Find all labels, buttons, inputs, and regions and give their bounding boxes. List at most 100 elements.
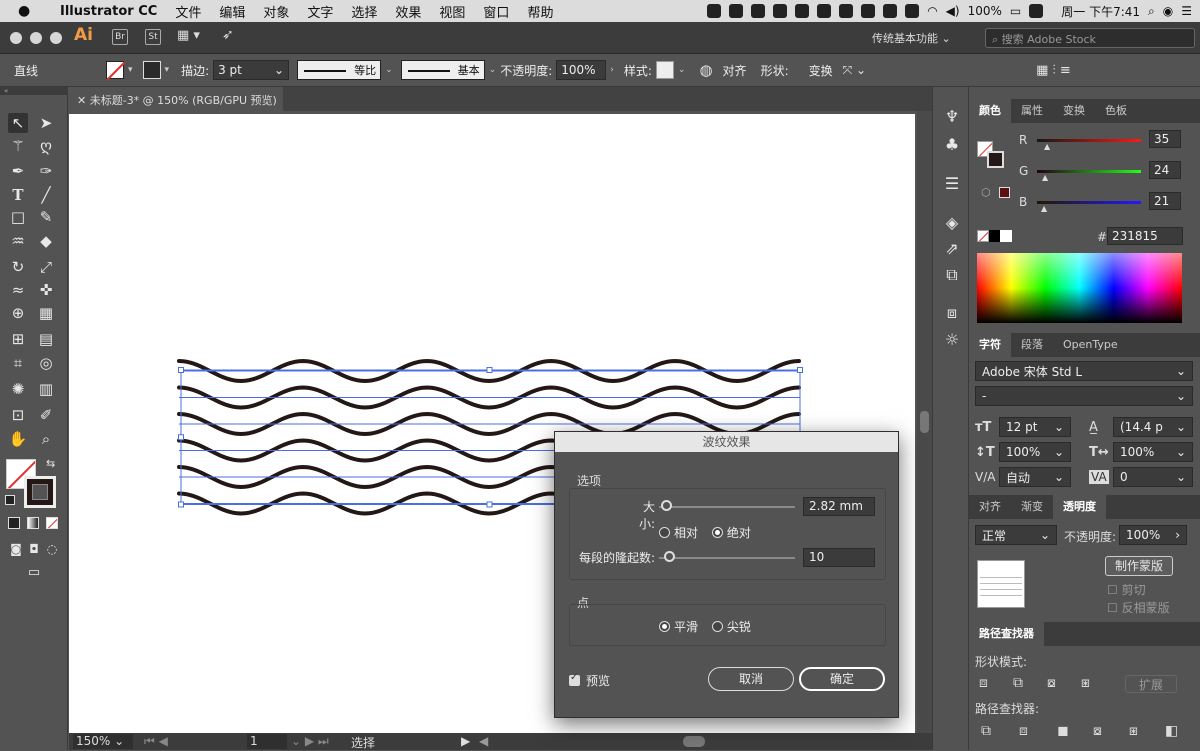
size-slider-knob[interactable] xyxy=(660,500,672,511)
chevron-down-icon[interactable]: ⌄ xyxy=(1054,420,1064,434)
outline-icon[interactable]: ⧆ xyxy=(1129,723,1138,739)
divide-icon[interactable]: ⧉ xyxy=(981,723,991,739)
tab-gradient[interactable]: 渐变 xyxy=(1011,495,1053,519)
align-link[interactable]: 对齐 xyxy=(723,62,747,79)
symbols-icon[interactable]: ♣ xyxy=(942,135,962,155)
close-tab-icon[interactable]: ✕ xyxy=(77,94,90,107)
siri-icon[interactable]: ◉ xyxy=(1163,4,1173,18)
bounding-box-handle[interactable] xyxy=(178,434,184,441)
curvature-tool-icon[interactable]: ✑ xyxy=(36,161,56,181)
minus-back-icon[interactable]: ◧ xyxy=(1165,723,1178,739)
brush-definition[interactable]: 基本 xyxy=(400,60,485,80)
screen-mode-icon[interactable]: ▭ xyxy=(24,563,44,583)
color-mode-icon[interactable] xyxy=(8,517,20,529)
chevron-down-icon[interactable]: ⌄ xyxy=(1176,420,1186,434)
artboard-nav-next-icons[interactable]: ⌄ ▶ ⏭ xyxy=(291,734,329,749)
battery-icon[interactable]: ▭ xyxy=(1010,4,1021,18)
size-field[interactable]: 2.82 mm xyxy=(803,497,875,516)
ridges-slider-track[interactable] xyxy=(659,557,795,559)
tab-transparency[interactable]: 透明度 xyxy=(1053,495,1106,519)
menu-edit[interactable]: 编辑 xyxy=(210,2,254,21)
perspective-grid-tool-icon[interactable]: ▦ xyxy=(36,303,56,323)
bounding-box-handle[interactable] xyxy=(178,367,184,373)
transform-link[interactable]: 变换 xyxy=(809,62,833,79)
trim-icon[interactable]: ⧈ xyxy=(1019,723,1028,739)
export-icon[interactable]: ⇗ xyxy=(942,239,962,259)
menu-object[interactable]: 对象 xyxy=(254,2,298,21)
input-method-icon[interactable] xyxy=(1029,4,1044,18)
blend-mode-field[interactable]: 正常 ⌄ xyxy=(975,525,1057,545)
transparency-opacity-field[interactable]: 100% › xyxy=(1119,525,1187,545)
status-app-icon[interactable] xyxy=(861,4,876,18)
eyedropper-tool-icon[interactable]: ⌗ xyxy=(8,353,28,373)
artboard-tool-icon[interactable]: ⊡ xyxy=(8,405,28,425)
status-menu-icon[interactable]: ▶ xyxy=(461,734,470,748)
bounding-box-handle[interactable] xyxy=(797,367,803,373)
out-of-web-icon[interactable]: ⬡ xyxy=(981,186,991,199)
status-app-icon[interactable] xyxy=(795,4,810,18)
zoom-window-button[interactable] xyxy=(50,32,62,44)
horizontal-scale-field[interactable]: 100% ⌄ xyxy=(1113,442,1193,462)
variable-width-profile[interactable]: 等比 xyxy=(297,60,382,80)
cancel-button[interactable]: 取消 xyxy=(708,667,794,691)
menu-select[interactable]: 选择 xyxy=(342,2,386,21)
eraser-tool-icon[interactable]: ◆ xyxy=(36,231,56,251)
mesh-tool-icon[interactable]: ⊞ xyxy=(8,329,28,349)
document-tab[interactable]: ✕ 未标题-3* @ 150% (RGB/GPU 预览) xyxy=(69,87,283,111)
volume-icon[interactable]: ◀) xyxy=(946,4,960,18)
arrange-documents-icon[interactable]: ▦ ▾ xyxy=(177,28,200,43)
direct-selection-tool-icon[interactable]: ➤ xyxy=(36,113,56,133)
leading-field[interactable]: (14.4 p ⌄ xyxy=(1113,417,1193,437)
tab-color[interactable]: 颜色 xyxy=(969,99,1011,123)
line-segment-tool-icon[interactable]: ╱ xyxy=(36,185,56,205)
color-spectrum[interactable] xyxy=(977,253,1182,323)
smooth-radio[interactable]: 平滑 xyxy=(659,618,698,635)
blend-tool-icon[interactable]: ◎ xyxy=(36,353,56,373)
width-tool-icon[interactable]: ≈ xyxy=(8,280,28,300)
scroll-thumb[interactable] xyxy=(920,411,929,433)
corner-radio[interactable]: 尖锐 xyxy=(711,618,751,635)
lasso-tool-icon[interactable]: ღ xyxy=(36,136,56,156)
stroke-weight-field[interactable]: 3 pt ⌄ xyxy=(213,60,290,80)
graphic-style-swatch[interactable] xyxy=(655,61,674,79)
bounding-box-handle[interactable] xyxy=(486,501,493,508)
chevron-down-icon[interactable]: ⌄ xyxy=(1054,445,1064,459)
tab-attributes[interactable]: 属性 xyxy=(1011,99,1053,123)
opacity-label[interactable]: 不透明度: xyxy=(500,62,552,79)
size-slider-track[interactable] xyxy=(659,506,795,508)
make-mask-button[interactable]: 制作蒙版 xyxy=(1105,556,1173,576)
links-icon[interactable]: ⧈ xyxy=(942,303,962,323)
puppet-warp-tool-icon[interactable]: ✜ xyxy=(36,280,56,300)
tab-pathfinder[interactable]: 路径查找器 xyxy=(969,622,1044,646)
tab-character[interactable]: 字符 xyxy=(969,333,1011,357)
draw-behind-icon[interactable]: ◘ xyxy=(24,539,44,559)
clip-checkbox[interactable]: ☐ 剪切 xyxy=(1107,581,1146,598)
selection-tool-icon[interactable]: ↖ xyxy=(8,113,28,133)
swap-colors-icon[interactable]: ⇆ xyxy=(46,457,55,470)
font-style-field[interactable]: - ⌄ xyxy=(975,386,1193,406)
chevron-down-icon[interactable]: ⌄ xyxy=(678,65,686,75)
chevron-down-icon[interactable]: ⌄ xyxy=(1176,364,1186,378)
opacity-thumbnail[interactable] xyxy=(977,560,1025,608)
chevron-down-icon[interactable]: ⌄ xyxy=(274,63,284,77)
pen-tool-icon[interactable]: ✒ xyxy=(8,161,28,181)
hand-tool-icon[interactable]: ✋ xyxy=(8,429,28,449)
status-app-icon[interactable] xyxy=(751,4,766,18)
tab-paragraph[interactable]: 段落 xyxy=(1011,333,1053,357)
collapse-panel-icon[interactable]: « xyxy=(0,87,68,95)
ridges-slider-knob[interactable] xyxy=(663,551,675,562)
chevron-down-icon[interactable]: ⌄ xyxy=(489,65,497,75)
rectangle-tool-icon[interactable]: □ xyxy=(8,207,28,227)
ridges-field[interactable]: 10 xyxy=(803,548,875,567)
spotlight-icon[interactable]: ⌕ xyxy=(1148,4,1155,19)
tab-opentype[interactable]: OpenType xyxy=(1053,333,1128,357)
minus-front-icon[interactable]: ⧉ xyxy=(1013,675,1023,691)
stroke-dropdown-icon[interactable]: ▾ xyxy=(165,65,170,75)
blue-slider-handle[interactable]: ▲ xyxy=(1041,204,1047,213)
bounding-box-handle[interactable] xyxy=(178,501,184,508)
opacity-field[interactable]: 100% xyxy=(556,60,607,80)
menu-effect[interactable]: 效果 xyxy=(386,2,430,21)
chevron-down-icon[interactable]: ⌄ xyxy=(1040,528,1050,542)
white-color-chip[interactable] xyxy=(1000,230,1012,242)
exclude-icon[interactable]: ⧆ xyxy=(1081,675,1090,691)
